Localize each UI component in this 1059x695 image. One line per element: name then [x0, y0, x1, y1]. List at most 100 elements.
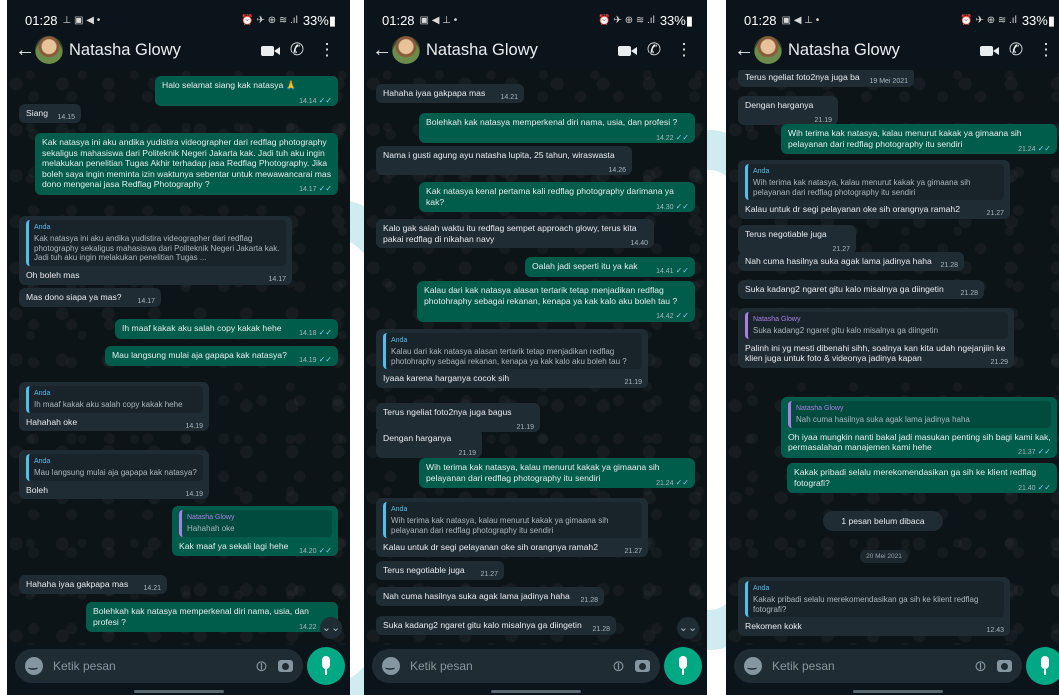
gesture-bar — [133, 690, 224, 693]
incoming-message[interactable]: Mas dono siapa ya mas? 14.17 — [19, 288, 161, 307]
emoji-icon[interactable] — [382, 657, 400, 675]
video-call-icon[interactable] — [971, 40, 1001, 60]
status-time: 01:28 — [382, 13, 415, 28]
incoming-message[interactable]: Anda Ih maaf kakak aku salah copy kakak … — [19, 382, 209, 432]
contact-name[interactable]: Natasha Glowy — [426, 41, 609, 60]
quoted-reply[interactable]: Anda Wih terima kak natasya, kalau menur… — [745, 164, 1004, 201]
video-call-icon[interactable] — [609, 40, 639, 60]
message-text: Wih terima kak natasya, kalau menurut ka… — [788, 128, 1022, 149]
mic-icon[interactable] — [307, 647, 345, 685]
message-input[interactable] — [772, 659, 965, 673]
message-list[interactable]: Terus ngeliat foto2nya juga ba 19 Mei 20… — [726, 70, 1059, 645]
scroll-down-button[interactable]: ⌄⌄ — [677, 617, 699, 639]
more-options-icon[interactable]: ⋮ — [312, 40, 342, 60]
incoming-message[interactable]: Dengan harganya 21.19 — [376, 429, 482, 459]
quoted-reply[interactable]: Anda Kalau dari kak natasya alasan terta… — [383, 333, 642, 370]
outgoing-message[interactable]: Kalau dari kak natasya alasan tertarik t… — [417, 281, 695, 322]
incoming-message[interactable]: Terus ngeliat foto2nya juga bagus 21.19 — [376, 403, 540, 433]
voice-call-icon[interactable]: ✆ — [282, 40, 312, 60]
outgoing-message[interactable]: Wih terima kak natasya, kalau menurut ka… — [419, 458, 695, 489]
voice-call-icon[interactable]: ✆ — [1001, 40, 1031, 60]
outgoing-message[interactable]: Kakak pribadi selalu merekomendasikan ga… — [787, 463, 1057, 494]
camera-icon[interactable] — [635, 660, 650, 672]
message-list[interactable]: Halo selamat siang kak natasya 🙏 14.14 ✓✓… — [7, 70, 350, 645]
avatar[interactable] — [35, 36, 63, 64]
quoted-reply[interactable]: Natasha Glowy Hahahah oke — [179, 510, 332, 537]
quoted-reply[interactable]: Natasha Glowy Suka kadang2 ngaret gitu k… — [745, 312, 1008, 339]
incoming-message[interactable]: Anda Kakak pribadi selalu merekomendasik… — [738, 577, 1010, 636]
message-text: Mas dono siapa ya mas? — [26, 292, 122, 302]
outgoing-message[interactable]: Bolehkah kak natasya memperkenal diri na… — [86, 602, 338, 633]
incoming-message[interactable]: Anda Wih terima kak natasya, kalau menur… — [376, 498, 648, 557]
incoming-message[interactable]: Anda Kak natasya ini aku andika yudistir… — [19, 216, 292, 285]
incoming-message[interactable]: Dengan harganya 21.19 — [738, 96, 838, 126]
read-receipt-icon: ✓✓ — [318, 95, 332, 105]
incoming-message[interactable]: Hahaha iyaa gakpapa mas 14.21 — [376, 84, 524, 103]
incoming-message[interactable]: Suka kadang2 ngaret gitu kalo misalnya g… — [376, 616, 616, 635]
back-arrow-icon[interactable]: ← — [734, 39, 754, 62]
incoming-message[interactable]: Nah cuma hasilnya suka agak lama jadinya… — [738, 252, 964, 271]
camera-icon[interactable] — [278, 660, 293, 672]
outgoing-message[interactable]: Natasha Glowy Hahahah oke Kak maaf ya sek… — [172, 506, 338, 557]
emoji-icon[interactable] — [25, 657, 43, 675]
quoted-reply[interactable]: Anda Kak natasya ini aku andika yudistir… — [26, 220, 286, 267]
incoming-message[interactable]: Anda Wih terima kak natasya, kalau menur… — [738, 160, 1010, 219]
message-time: 19 Mei 2021 — [869, 78, 908, 85]
camera-icon[interactable] — [997, 660, 1012, 672]
incoming-message[interactable]: Suka kadang2 ngaret gitu kalo misalnya g… — [738, 280, 984, 299]
outgoing-message[interactable]: Oalah jadi seperti itu ya kak 14.41 ✓✓ — [525, 257, 695, 277]
incoming-message[interactable]: Natasha Glowy Suka kadang2 ngaret gitu k… — [738, 308, 1014, 368]
quoted-reply[interactable]: Anda Mau langsung mulai aja gapapa kak n… — [26, 454, 203, 481]
incoming-message[interactable]: Nah cuma hasilnya suka agak lama jadinya… — [376, 587, 604, 606]
mic-icon[interactable] — [1026, 647, 1059, 685]
outgoing-message[interactable]: Mau langsung mulai aja gapapa kak natasy… — [105, 346, 338, 366]
outgoing-message[interactable]: Kak natasya ini aku andika yudistira vid… — [35, 133, 338, 195]
mic-icon[interactable] — [664, 647, 702, 685]
phone-screen: 01:28 ▣ ◀ ⊥ • ⏰ ✈ ⊕ ≋ .ıl 33%▮ ← Natasha… — [364, 0, 707, 695]
read-receipt-icon: ✓✓ — [318, 328, 332, 337]
contact-name[interactable]: Natasha Glowy — [788, 41, 971, 60]
outgoing-message[interactable]: Ih maaf kakak aku salah copy kakak hehe … — [115, 319, 338, 339]
quoted-reply[interactable]: Anda Wih terima kak natasya, kalau menur… — [383, 502, 642, 539]
attach-icon[interactable]: ⊘ — [251, 655, 273, 677]
voice-call-icon[interactable]: ✆ — [639, 40, 669, 60]
back-arrow-icon[interactable]: ← — [372, 39, 392, 62]
avatar[interactable] — [392, 36, 420, 64]
quoted-reply[interactable]: Anda Ih maaf kakak aku salah copy kakak … — [26, 386, 203, 413]
more-options-icon[interactable]: ⋮ — [669, 40, 699, 60]
incoming-message[interactable]: Kalo gak salah waktu itu redflag sempet … — [376, 219, 654, 249]
avatar[interactable] — [754, 36, 782, 64]
attach-icon[interactable]: ⊘ — [970, 655, 992, 677]
outgoing-message[interactable]: Natasha Glowy Nah cuma hasilnya suka aga… — [781, 397, 1057, 458]
incoming-message[interactable]: Nama i gusti agung ayu natasha lupita, 2… — [376, 146, 632, 176]
message-composer: ⊘ — [734, 649, 1022, 683]
message-composer: ⊘ — [372, 649, 660, 683]
incoming-message[interactable]: Terus negotiable juga 21.27 — [376, 561, 504, 580]
back-arrow-icon[interactable]: ← — [15, 39, 35, 62]
outgoing-message[interactable]: Wih terima kak natasya, kalau menurut ka… — [781, 124, 1057, 155]
outgoing-message[interactable]: Bolehkah kak natasya memperkenal diri na… — [419, 113, 695, 144]
video-call-icon[interactable] — [252, 40, 282, 60]
incoming-message[interactable]: Anda Kalau dari kak natasya alasan terta… — [376, 329, 648, 388]
message-input[interactable] — [53, 659, 246, 673]
outgoing-message[interactable]: Halo selamat siang kak natasya 🙏 14.14 ✓✓ — [155, 76, 338, 107]
outgoing-message[interactable]: Kak natasya kenal pertama kali redflag p… — [419, 182, 695, 213]
incoming-message[interactable]: Anda Mau langsung mulai aja gapapa kak n… — [19, 450, 209, 500]
message-list[interactable]: Hahaha iyaa gakpapa mas 14.21 Bolehkah ka… — [364, 70, 707, 645]
emoji-icon[interactable] — [744, 657, 762, 675]
quoted-sender: Anda — [753, 585, 770, 592]
incoming-message[interactable]: Siang 14.15 — [19, 104, 81, 123]
incoming-message[interactable]: Terus negotiable juga 21.27 — [738, 225, 856, 255]
incoming-message[interactable]: Hahaha iyaa gakpapa mas 14.21 — [19, 575, 167, 594]
message-text: Palinh ini yg mesti dibenahi sihh, soaln… — [745, 342, 1006, 364]
message-input[interactable] — [410, 659, 603, 673]
message-time: 21.28 — [592, 626, 610, 633]
quoted-reply[interactable]: Anda Kakak pribadi selalu merekomendasik… — [745, 581, 1004, 618]
contact-name[interactable]: Natasha Glowy — [69, 41, 252, 60]
attach-icon[interactable]: ⊘ — [608, 655, 630, 677]
incoming-message[interactable]: Terus ngeliat foto2nya juga ba 19 Mei 20… — [738, 70, 914, 87]
quoted-reply[interactable]: Natasha Glowy Nah cuma hasilnya suka aga… — [788, 401, 1051, 428]
message-time: 14.20 ✓✓ — [299, 545, 332, 555]
more-options-icon[interactable]: ⋮ — [1031, 40, 1059, 60]
scroll-down-button[interactable]: ⌄⌄ — [320, 617, 342, 639]
